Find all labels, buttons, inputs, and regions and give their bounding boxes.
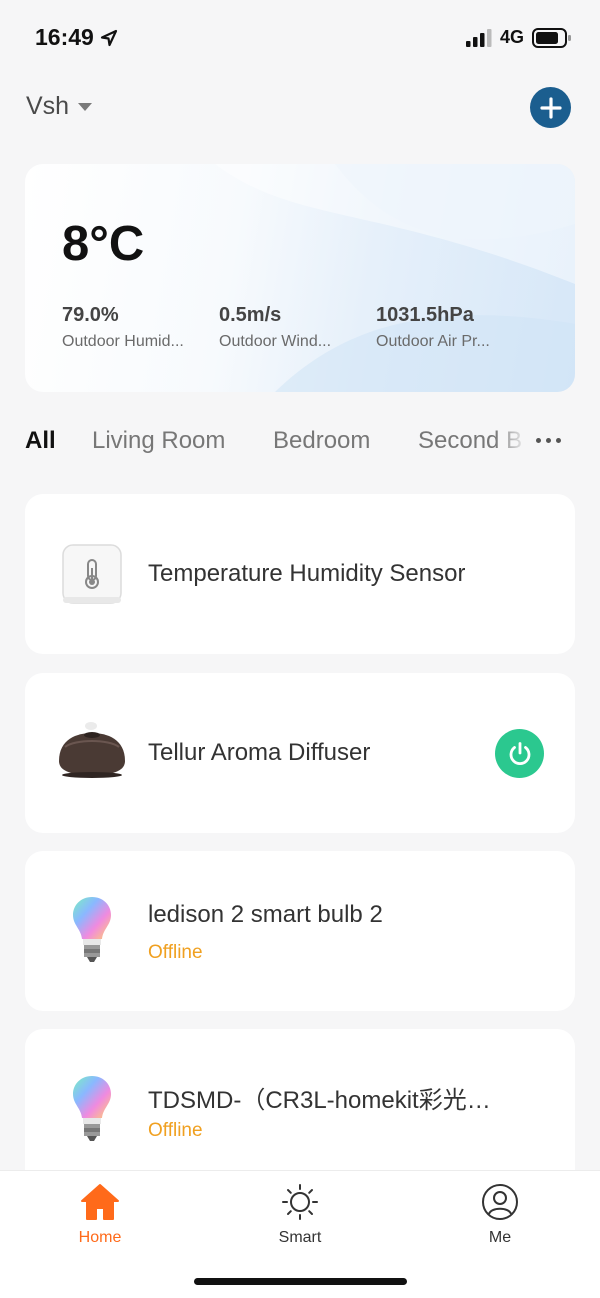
wind-value: 0.5m/s	[219, 304, 282, 326]
device-name: ledison 2 smart bulb 2	[148, 901, 383, 928]
device-name: Temperature Humidity Sensor	[148, 560, 466, 587]
status-bar: 16:49 4G	[0, 0, 600, 78]
device-card-temperature-sensor[interactable]: Temperature Humidity Sensor	[25, 494, 575, 654]
sun-icon	[282, 1184, 318, 1220]
tabs-fade	[495, 424, 535, 464]
home-name: Vsh	[26, 92, 70, 120]
device-name: Tellur Aroma Diffuser	[148, 739, 371, 766]
device-card-ledison-bulb[interactable]: ledison 2 smart bulb 2 Offline	[25, 851, 575, 1011]
battery-icon	[532, 27, 571, 48]
home-icon	[81, 1184, 119, 1220]
thermometer-sensor-icon	[62, 544, 122, 604]
plus-icon	[539, 96, 562, 119]
nav-home[interactable]: Home	[40, 1183, 160, 1247]
weather-card[interactable]: 8°C 79.0% Outdoor Humid... 0.5m/s Outdoo…	[25, 164, 575, 392]
network-type: 4G	[499, 27, 524, 47]
add-device-button[interactable]	[530, 87, 571, 128]
tab-living-room[interactable]: Living Room	[92, 427, 225, 455]
rgb-bulb-icon	[73, 1076, 111, 1141]
nav-home-label: Home	[78, 1229, 122, 1246]
home-indicator	[194, 1278, 407, 1285]
dot	[536, 438, 541, 443]
clock-text: 16:49	[35, 24, 94, 50]
tab-bedroom[interactable]: Bedroom	[273, 427, 370, 455]
status-indicators: 4G	[465, 27, 572, 48]
humidity-label: Outdoor Humid...	[62, 333, 184, 350]
home-screen: 16:49 4G Vsh 8°C 79.0% Outdoor Humid... …	[0, 0, 600, 1298]
air-pressure-stat: 1031.5hPa Outdoor Air Pr...	[376, 304, 516, 351]
status-time: 16:49	[35, 24, 118, 51]
home-selector[interactable]: Vsh	[26, 92, 93, 121]
device-card-tdsmd-bulb[interactable]: TDSMD-（CR3L-homekit彩光… Offline	[25, 1029, 575, 1189]
humidity-stat: 79.0% Outdoor Humid...	[62, 304, 202, 351]
wind-label: Outdoor Wind...	[219, 333, 332, 350]
temperature-value: 8°C	[62, 217, 145, 271]
power-toggle-button[interactable]	[495, 729, 544, 778]
more-rooms-button[interactable]	[536, 430, 561, 451]
nav-smart-label: Smart	[278, 1229, 322, 1246]
rgb-bulb-icon	[73, 897, 111, 962]
location-arrow-icon	[100, 29, 117, 46]
device-status: Offline	[148, 942, 203, 963]
wind-stat: 0.5m/s Outdoor Wind...	[219, 304, 359, 351]
humidity-value: 79.0%	[62, 304, 119, 326]
air-pressure-value: 1031.5hPa	[376, 304, 474, 326]
tab-all[interactable]: All	[25, 427, 56, 455]
room-tabs: All Living Room Bedroom Second B	[25, 424, 535, 464]
weather-background-wave	[215, 164, 575, 392]
device-card-aroma-diffuser[interactable]: Tellur Aroma Diffuser	[25, 673, 575, 833]
nav-me-label: Me	[488, 1229, 512, 1246]
power-icon	[509, 741, 530, 765]
chevron-down-icon	[78, 102, 93, 111]
device-status: Offline	[148, 1120, 203, 1141]
dot	[546, 438, 551, 443]
signal-bars-icon	[465, 28, 492, 47]
aroma-diffuser-icon	[59, 722, 125, 778]
nav-smart[interactable]: Smart	[240, 1183, 360, 1247]
dot	[556, 438, 561, 443]
device-name: TDSMD-（CR3L-homekit彩光…	[148, 1087, 491, 1114]
nav-me[interactable]: Me	[440, 1183, 560, 1247]
user-icon	[482, 1184, 518, 1220]
air-pressure-label: Outdoor Air Pr...	[376, 333, 490, 350]
